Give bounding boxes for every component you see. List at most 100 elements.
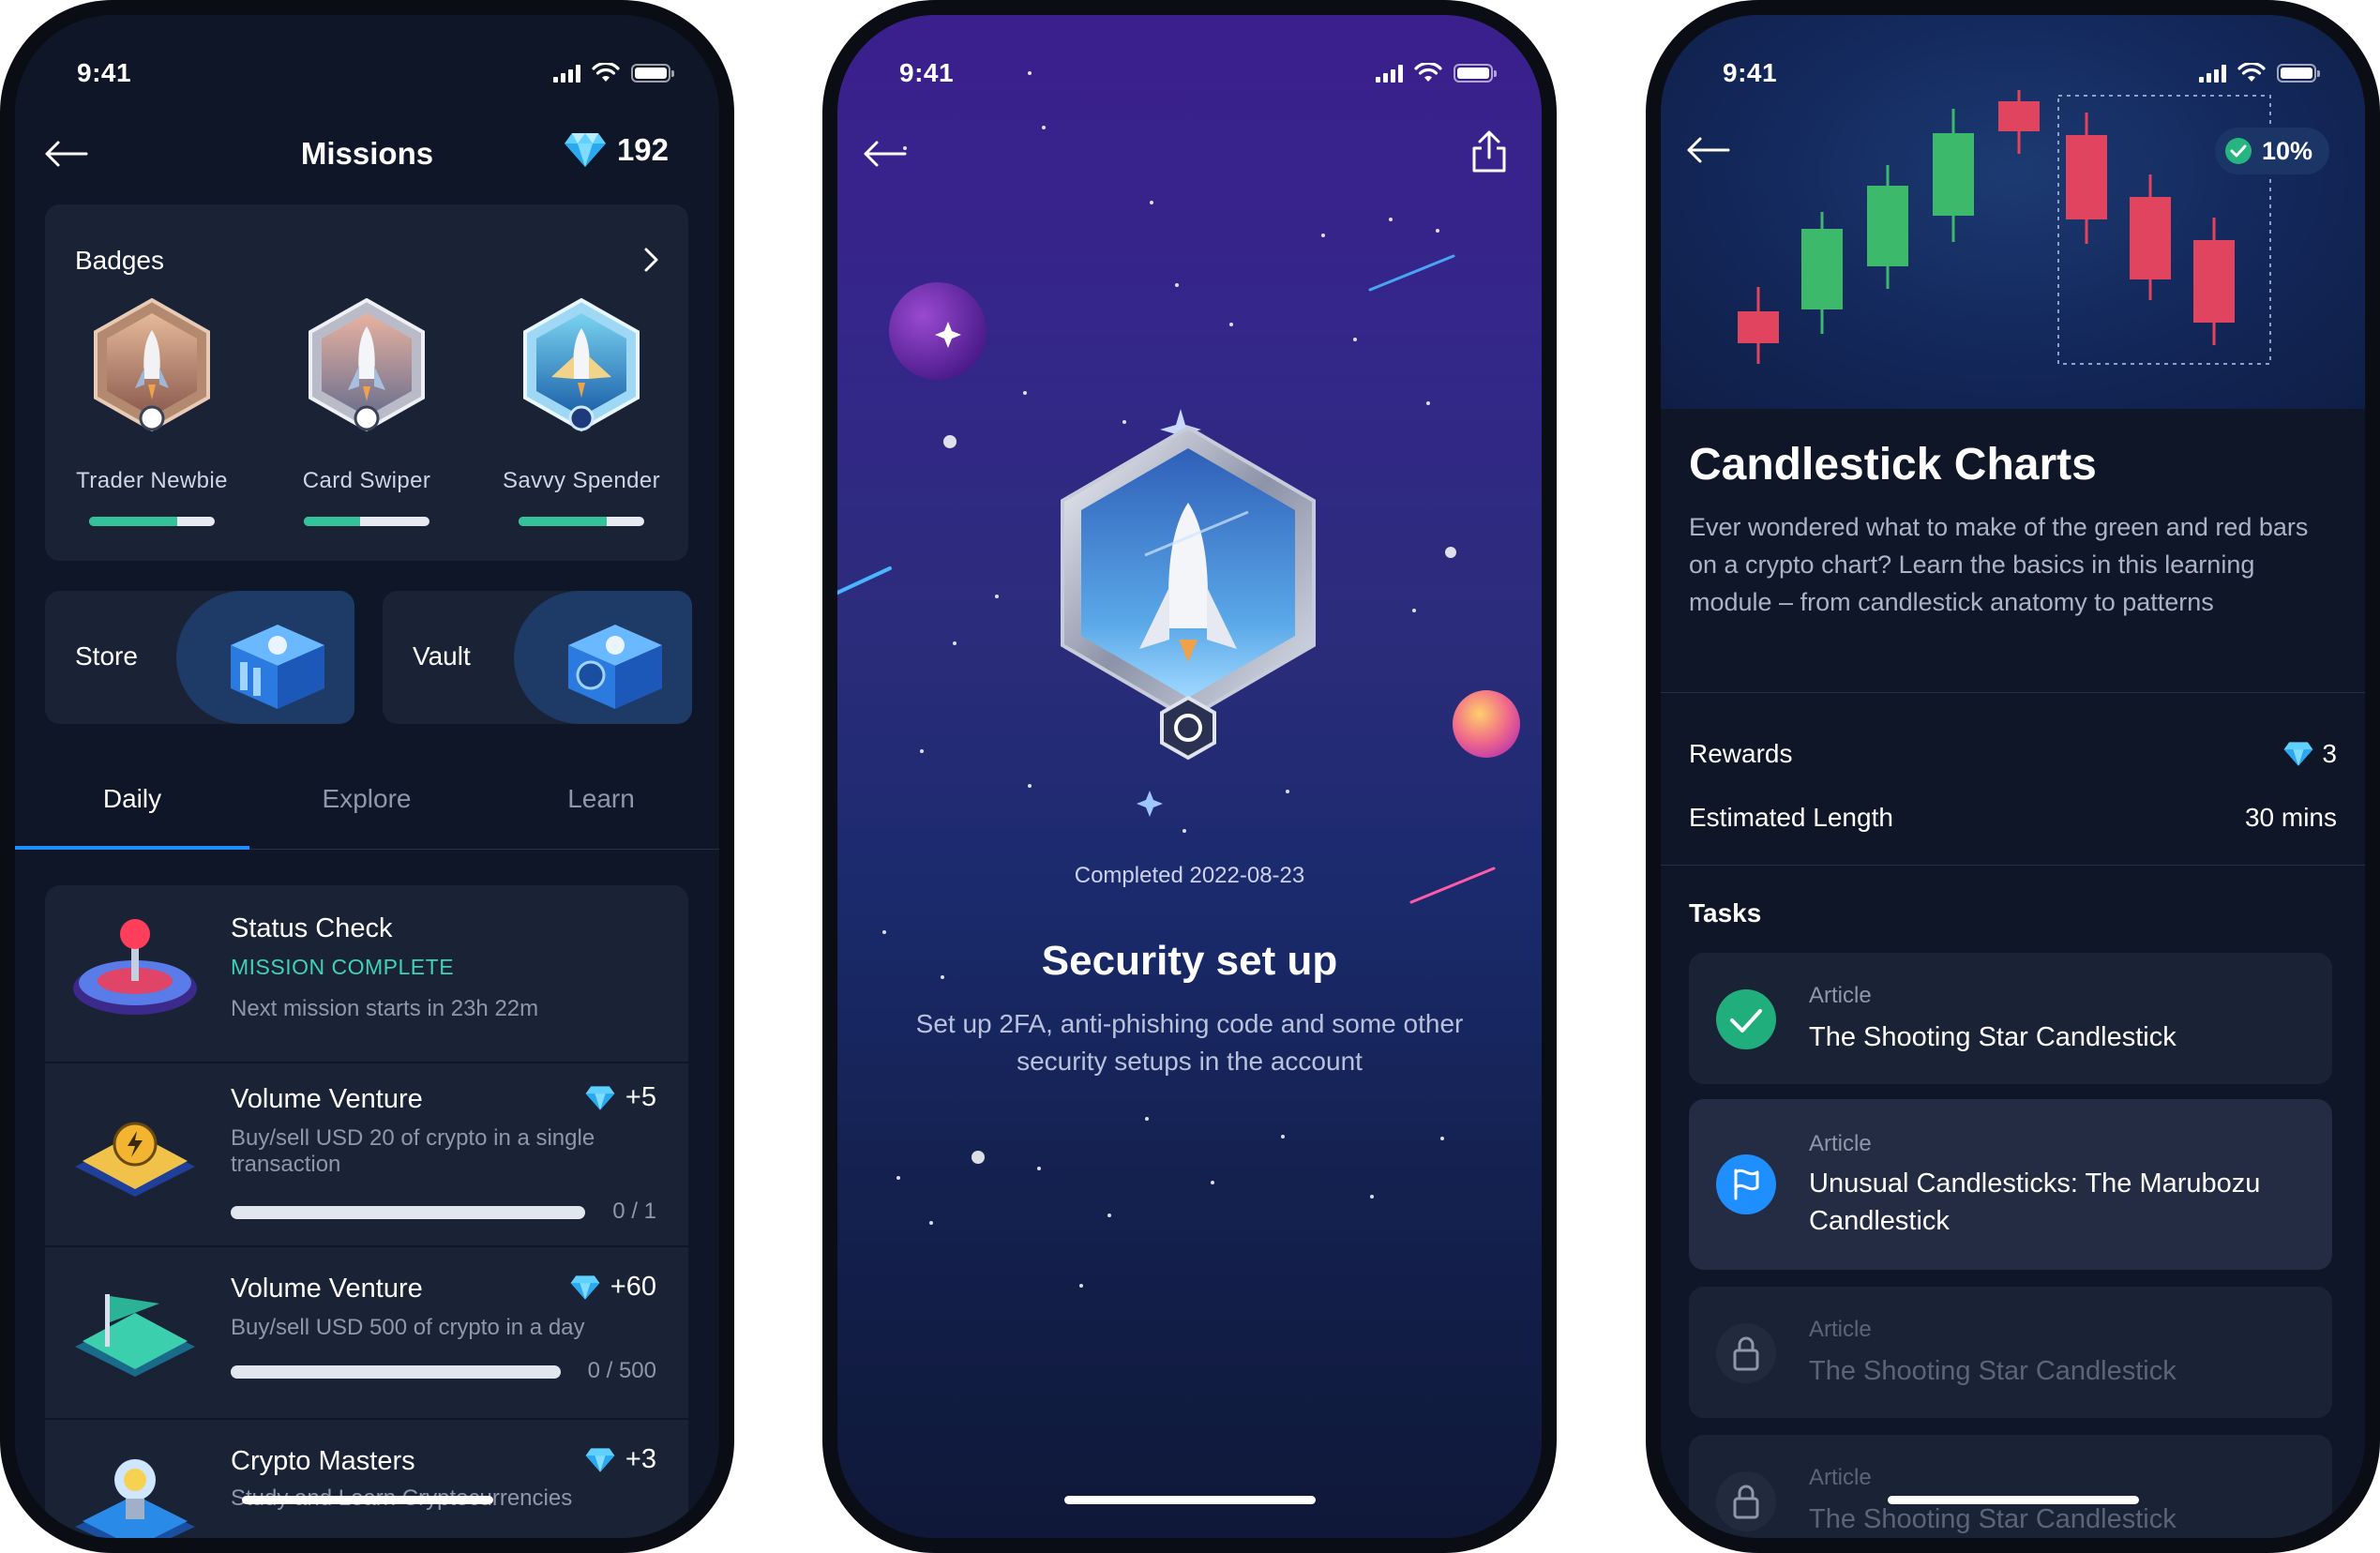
mission-progress bbox=[231, 1206, 585, 1219]
home-indicator[interactable] bbox=[1887, 1496, 2139, 1504]
mission-subtitle: Buy/sell USD 20 of crypto in a single tr… bbox=[231, 1125, 595, 1177]
battery-icon bbox=[2277, 64, 2320, 83]
gem-icon bbox=[2284, 742, 2313, 766]
status-time: 9:41 bbox=[1723, 58, 1778, 87]
task-title: Unusual Candlesticks: The Marubozu Candl… bbox=[1809, 1169, 2261, 1236]
gem-balance[interactable]: 192 bbox=[563, 131, 669, 169]
phone-lesson: 9:41 10% Candlestick Charts Ever wondere… bbox=[1646, 0, 2380, 1553]
task-item[interactable]: Article Unusual Candlesticks: The Marubo… bbox=[1689, 1099, 2332, 1270]
badge-progress bbox=[89, 517, 215, 526]
status-bar: 9:41 bbox=[1661, 53, 2365, 94]
battery-icon bbox=[1454, 64, 1497, 83]
back-arrow-icon[interactable] bbox=[41, 137, 90, 171]
lock-icon bbox=[1716, 1323, 1776, 1383]
mission-subtitle: Buy/sell USD 500 of crypto in a day bbox=[231, 1315, 585, 1340]
badge-label: Card Swiper bbox=[302, 468, 431, 493]
task-title: The Shooting Star Candlestick bbox=[1809, 1504, 2177, 1534]
signal-icon bbox=[553, 64, 580, 83]
home-indicator[interactable] bbox=[241, 1496, 493, 1504]
mission-count: 0 / 500 bbox=[587, 1358, 656, 1383]
status-time: 9:41 bbox=[899, 58, 955, 87]
rewards-label: Rewards bbox=[1689, 739, 1793, 768]
coin-platform-icon bbox=[75, 1122, 195, 1197]
mission-item[interactable]: Crypto Masters +3 Study and Learn Crypto… bbox=[45, 1420, 688, 1538]
reward-amount: +5 bbox=[625, 1082, 656, 1112]
mission-title: Volume Venture bbox=[231, 1274, 423, 1304]
joystick-icon bbox=[73, 919, 197, 1015]
task-title: The Shooting Star Candlestick bbox=[1809, 1356, 2177, 1386]
length-value: 30 mins bbox=[2244, 803, 2337, 832]
wifi-icon bbox=[592, 63, 620, 82]
store-icon bbox=[231, 625, 324, 709]
badges-card[interactable]: Badges Trader Newbie Card Swiper Savvy S… bbox=[45, 204, 688, 561]
length-label: Estimated Length bbox=[1689, 803, 1893, 832]
vault-tile[interactable]: Vault bbox=[383, 591, 692, 724]
mission-title: Crypto Masters bbox=[231, 1446, 415, 1476]
flag-icon bbox=[1716, 1154, 1776, 1214]
tasks-title: Tasks bbox=[1689, 898, 1762, 927]
status-icons bbox=[1376, 63, 1497, 83]
rocket-badge-icon bbox=[94, 297, 210, 432]
active-tab-indicator bbox=[15, 846, 249, 850]
battery-icon bbox=[631, 64, 674, 83]
mission-title: Volume Venture bbox=[231, 1084, 423, 1114]
check-icon bbox=[2224, 138, 2252, 164]
task-kicker: Article bbox=[1809, 1317, 1872, 1342]
status-time: 9:41 bbox=[77, 58, 132, 87]
mission-tabs: Daily Explore Learn bbox=[15, 784, 719, 848]
badge-label: Savvy Spender bbox=[503, 468, 660, 493]
badge-title: Security set up bbox=[1041, 938, 1338, 984]
wifi-icon bbox=[1414, 63, 1442, 82]
status-icons bbox=[2199, 63, 2320, 83]
mission-item[interactable]: Volume Venture +5 Buy/sell USD 20 of cry… bbox=[45, 1063, 688, 1247]
vault-label: Vault bbox=[413, 641, 471, 671]
mission-reward: +60 bbox=[569, 1272, 656, 1303]
gem-icon bbox=[585, 1085, 615, 1110]
wifi-icon bbox=[2237, 63, 2266, 82]
store-tile[interactable]: Store bbox=[45, 591, 354, 724]
task-kicker: Article bbox=[1809, 1465, 1872, 1490]
flag-platform-icon bbox=[75, 1294, 195, 1377]
lightbulb-platform-icon bbox=[75, 1459, 195, 1538]
badge-trader-newbie[interactable]: Trader Newbie bbox=[58, 297, 246, 526]
progress-value: 10% bbox=[2261, 136, 2312, 165]
share-icon[interactable] bbox=[1469, 129, 1510, 174]
status-icons bbox=[553, 63, 674, 83]
rocket-badge-icon bbox=[309, 297, 425, 432]
task-kicker: Article bbox=[1809, 1131, 1872, 1156]
badge-savvy-spender[interactable]: Savvy Spender bbox=[488, 297, 675, 526]
phone-missions: 9:41 Missions 192 Badges Trader Newbie C… bbox=[0, 0, 734, 1553]
mission-item[interactable]: Volume Venture +60 Buy/sell USD 500 of c… bbox=[45, 1247, 688, 1420]
signal-icon bbox=[1376, 64, 1403, 83]
lesson-screen: 9:41 10% Candlestick Charts Ever wondere… bbox=[1661, 15, 2365, 1538]
task-item[interactable]: Article The Shooting Star Candlestick bbox=[1689, 953, 2332, 1084]
mission-title: Status Check bbox=[231, 913, 393, 943]
missions-screen: 9:41 Missions 192 Badges Trader Newbie C… bbox=[15, 15, 719, 1538]
badge-card-swiper[interactable]: Card Swiper bbox=[273, 297, 460, 526]
check-icon bbox=[1716, 989, 1776, 1049]
status-bar: 9:41 bbox=[15, 53, 719, 94]
tab-explore[interactable]: Explore bbox=[249, 784, 484, 814]
store-label: Store bbox=[75, 641, 138, 671]
tab-daily[interactable]: Daily bbox=[15, 784, 249, 814]
gem-icon bbox=[564, 133, 606, 167]
rewards-value: 3 bbox=[2282, 739, 2337, 769]
completed-date: Completed 2022-08-23 bbox=[1074, 863, 1305, 888]
badge-description: Set up 2FA, anti-phishing code and some … bbox=[915, 1009, 1464, 1076]
home-indicator[interactable] bbox=[1063, 1496, 1316, 1504]
badge-detail-screen: 9:41 Completed 2022-08-23 Security set u… bbox=[837, 15, 1542, 1538]
reward-amount: +60 bbox=[610, 1272, 656, 1302]
lock-icon bbox=[1716, 1471, 1776, 1531]
lesson-progress-pill: 10% bbox=[2214, 128, 2329, 174]
back-arrow-icon[interactable] bbox=[1683, 133, 1732, 167]
rocket-badge-icon bbox=[523, 297, 640, 432]
chevron-right-icon[interactable] bbox=[640, 246, 662, 274]
gem-icon bbox=[570, 1274, 600, 1300]
mission-reward: +3 bbox=[584, 1444, 656, 1475]
back-arrow-icon[interactable] bbox=[860, 137, 909, 171]
phone-badge-detail: 9:41 Completed 2022-08-23 Security set u… bbox=[822, 0, 1557, 1553]
tab-learn[interactable]: Learn bbox=[484, 784, 718, 814]
status-bar: 9:41 bbox=[837, 53, 1542, 94]
space-illustration bbox=[837, 71, 1520, 1288]
mission-item[interactable]: Status Check MISSION COMPLETE Next missi… bbox=[45, 885, 688, 1063]
